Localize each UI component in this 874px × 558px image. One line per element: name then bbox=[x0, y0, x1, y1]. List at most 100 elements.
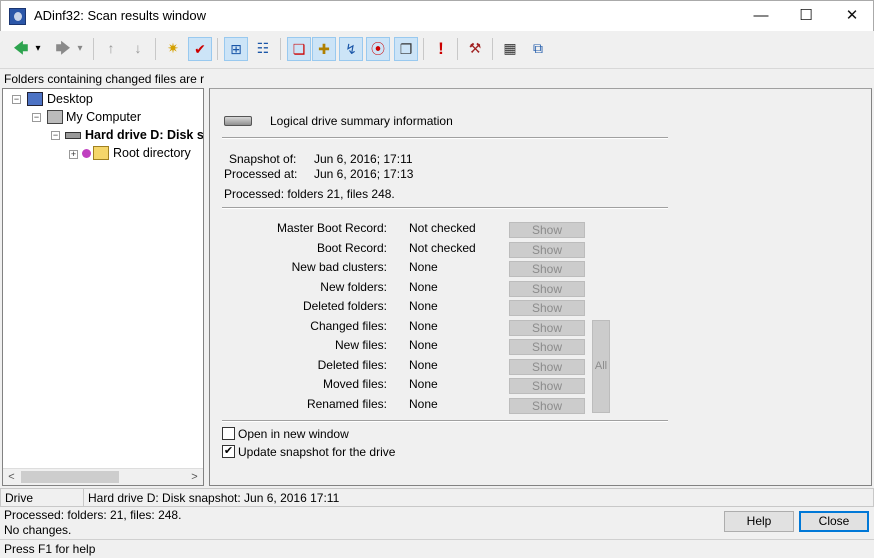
divider bbox=[222, 207, 668, 209]
row-label: New folders: bbox=[320, 280, 387, 294]
changed-files-icon[interactable]: ↯ bbox=[339, 37, 363, 61]
row-value: None bbox=[409, 358, 438, 372]
toolbar-separator bbox=[155, 38, 156, 60]
show-button[interactable]: Show bbox=[509, 320, 585, 336]
minimize-button[interactable]: — bbox=[738, 1, 784, 31]
deleted-files-icon[interactable]: ❏ bbox=[287, 37, 311, 61]
show-button[interactable]: Show bbox=[509, 378, 585, 394]
processed-summary: Processed: folders: 21, files: 248. bbox=[4, 508, 182, 522]
toolbar-separator bbox=[423, 38, 424, 60]
processed-at-value: Jun 6, 2016; 17:13 bbox=[314, 167, 414, 181]
summary-title: Logical drive summary information bbox=[270, 114, 453, 128]
back-arrow-icon[interactable]: 🡄 bbox=[9, 37, 33, 61]
forward-arrow-icon[interactable]: 🡆 bbox=[51, 37, 75, 61]
show-button[interactable]: Show bbox=[509, 261, 585, 277]
show-button[interactable]: Show bbox=[509, 222, 585, 238]
processed-totals: Processed: folders 21, files 248. bbox=[224, 187, 395, 201]
calendar-icon[interactable]: ▦ bbox=[498, 37, 522, 61]
expand-icon[interactable]: + bbox=[69, 150, 78, 159]
collapse-icon[interactable]: − bbox=[32, 113, 41, 122]
row-value: None bbox=[409, 338, 438, 352]
title-bar: ADinf32: Scan results window — ☐ ✕ bbox=[0, 0, 874, 31]
update-snapshot-label[interactable]: Update snapshot for the drive bbox=[238, 445, 395, 459]
computer-icon bbox=[47, 110, 63, 124]
new-snapshot-icon[interactable]: ✷ bbox=[161, 37, 185, 61]
row-value: Not checked bbox=[409, 221, 476, 235]
row-label: New files: bbox=[334, 338, 387, 352]
maximize-button[interactable]: ☐ bbox=[783, 1, 829, 31]
folder-icon bbox=[93, 146, 109, 160]
row-value: None bbox=[409, 377, 438, 391]
checked-folder-icon[interactable]: ✔ bbox=[188, 37, 212, 61]
drive-icon bbox=[65, 132, 81, 139]
app-icon bbox=[9, 8, 26, 25]
scroll-right-icon[interactable]: > bbox=[186, 469, 203, 485]
inspect-icon[interactable]: ⊞ bbox=[224, 37, 248, 61]
down-arrow-icon[interactable]: ↓ bbox=[126, 37, 150, 61]
show-button[interactable]: Show bbox=[509, 242, 585, 258]
forward-dropdown-icon[interactable]: ▾ bbox=[74, 37, 86, 61]
toolbar: 🡄 ▾ 🡆 ▾ ↑ ↓ ✷ ✔ ⊞ ☷ ❏ ✚ ↯ ⦿ ❐ ! ⚒ ▦ ⧉ bbox=[0, 31, 874, 69]
drive-icon bbox=[224, 116, 252, 126]
scroll-thumb[interactable] bbox=[21, 471, 119, 483]
row-value: None bbox=[409, 397, 438, 411]
row-value: Not checked bbox=[409, 241, 476, 255]
show-button[interactable]: Show bbox=[509, 281, 585, 297]
changes-summary: No changes. bbox=[4, 523, 72, 537]
row-value: None bbox=[409, 319, 438, 333]
tree-view-icon[interactable]: ☷ bbox=[251, 37, 275, 61]
drive-snapshot-info: Hard drive D: Disk snapshot: Jun 6, 2016… bbox=[83, 488, 874, 507]
tree-item-root-directory[interactable]: Root directory bbox=[113, 144, 191, 162]
close-button[interactable]: Close bbox=[799, 511, 869, 532]
tree-item-my-computer[interactable]: My Computer bbox=[66, 108, 141, 126]
show-button[interactable]: Show bbox=[509, 300, 585, 316]
toolbar-separator bbox=[457, 38, 458, 60]
collapse-icon[interactable]: − bbox=[51, 131, 60, 140]
new-files-icon[interactable]: ✚ bbox=[312, 37, 336, 61]
window-title: ADinf32: Scan results window bbox=[34, 8, 206, 23]
status-bar: Press F1 for help bbox=[0, 539, 874, 558]
drive-status-row: Drive Hard drive D: Disk snapshot: Jun 6… bbox=[0, 488, 874, 507]
show-all-button[interactable]: All bbox=[592, 320, 610, 413]
show-button[interactable]: Show bbox=[509, 359, 585, 375]
snapshot-value: Jun 6, 2016; 17:11 bbox=[314, 152, 413, 166]
status-icon bbox=[82, 149, 91, 158]
back-dropdown-icon[interactable]: ▾ bbox=[32, 37, 44, 61]
open-new-window-checkbox[interactable] bbox=[222, 427, 235, 440]
folder-tree[interactable]: − Desktop − My Computer − Hard drive D: … bbox=[2, 88, 204, 486]
tree-horizontal-scrollbar[interactable]: < > bbox=[3, 468, 203, 485]
scroll-left-icon[interactable]: < bbox=[3, 469, 20, 485]
tree-hint: Folders containing changed files are r bbox=[4, 72, 205, 86]
alert-icon[interactable]: ! bbox=[429, 37, 453, 61]
show-button[interactable]: Show bbox=[509, 339, 585, 355]
divider bbox=[222, 420, 668, 422]
snapshot-label: Snapshot of: bbox=[229, 152, 297, 166]
collapse-icon[interactable]: − bbox=[12, 95, 21, 104]
desktop-icon bbox=[27, 92, 43, 106]
drive-label: Drive bbox=[0, 488, 84, 507]
open-new-window-label[interactable]: Open in new window bbox=[238, 427, 349, 441]
row-value: None bbox=[409, 260, 438, 274]
moved-files-icon[interactable]: ⦿ bbox=[366, 37, 390, 61]
close-window-button[interactable]: ✕ bbox=[829, 1, 874, 31]
row-value: None bbox=[409, 299, 438, 313]
row-label: Master Boot Record: bbox=[276, 221, 387, 235]
processed-at-label: Processed at: bbox=[224, 167, 298, 181]
toolbar-separator bbox=[280, 38, 281, 60]
update-snapshot-checkbox[interactable]: ✔ bbox=[222, 445, 235, 458]
toolbar-separator bbox=[492, 38, 493, 60]
tree-item-desktop[interactable]: Desktop bbox=[47, 90, 93, 108]
toolbar-separator bbox=[217, 38, 218, 60]
row-label: Changed files: bbox=[310, 319, 387, 333]
row-value: None bbox=[409, 280, 438, 294]
row-label: Deleted files: bbox=[317, 358, 387, 372]
network-icon[interactable]: ⧉ bbox=[526, 37, 550, 61]
tree-item-drive-d[interactable]: Hard drive D: Disk sna bbox=[85, 126, 203, 144]
help-button[interactable]: Help bbox=[724, 511, 794, 532]
tools-icon[interactable]: ⚒ bbox=[463, 37, 487, 61]
show-button[interactable]: Show bbox=[509, 398, 585, 414]
summary-panel: Logical drive summary information Snapsh… bbox=[209, 88, 872, 486]
up-arrow-icon[interactable]: ↑ bbox=[99, 37, 123, 61]
row-label: Boot Record: bbox=[316, 241, 387, 255]
renamed-files-icon[interactable]: ❐ bbox=[394, 37, 418, 61]
